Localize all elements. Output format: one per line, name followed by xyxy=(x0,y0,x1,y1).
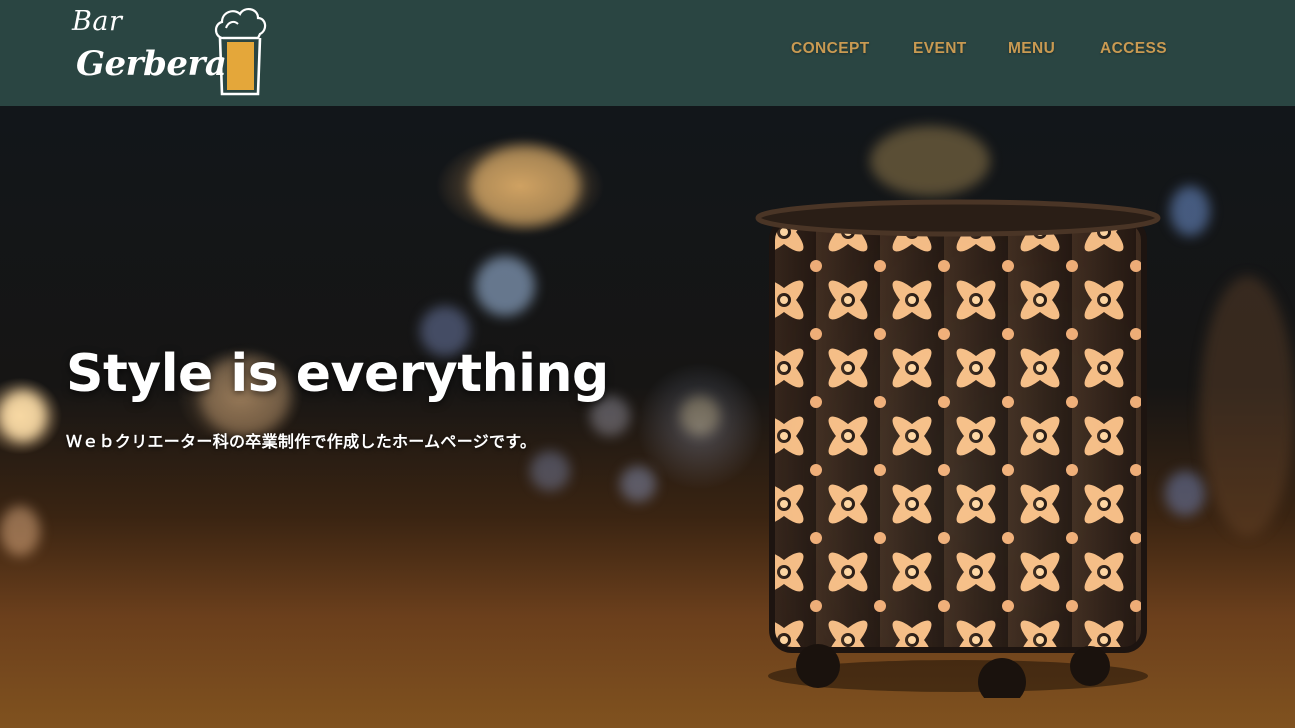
hero-section: Style is everything Ｗｅｂクリエーター科の卒業制作で作成した… xyxy=(0,106,1295,728)
main-nav: CONCEPT EVENT MENU ACCESS xyxy=(0,40,1295,62)
hero-title: Style is everything xyxy=(66,344,609,404)
nav-menu[interactable]: MENU xyxy=(1008,40,1055,58)
nav-access[interactable]: ACCESS xyxy=(1100,40,1167,58)
nav-event[interactable]: EVENT xyxy=(913,40,967,58)
logo-text-bar: Bar xyxy=(72,6,123,37)
site-header: Bar Gerbera CONCEPT EVENT MENU ACCESS xyxy=(0,0,1295,106)
lantern-image xyxy=(755,199,1161,698)
hero-subtitle: Ｗｅｂクリエーター科の卒業制作で作成したホームページです。 xyxy=(66,432,537,451)
nav-concept[interactable]: CONCEPT xyxy=(791,40,870,58)
